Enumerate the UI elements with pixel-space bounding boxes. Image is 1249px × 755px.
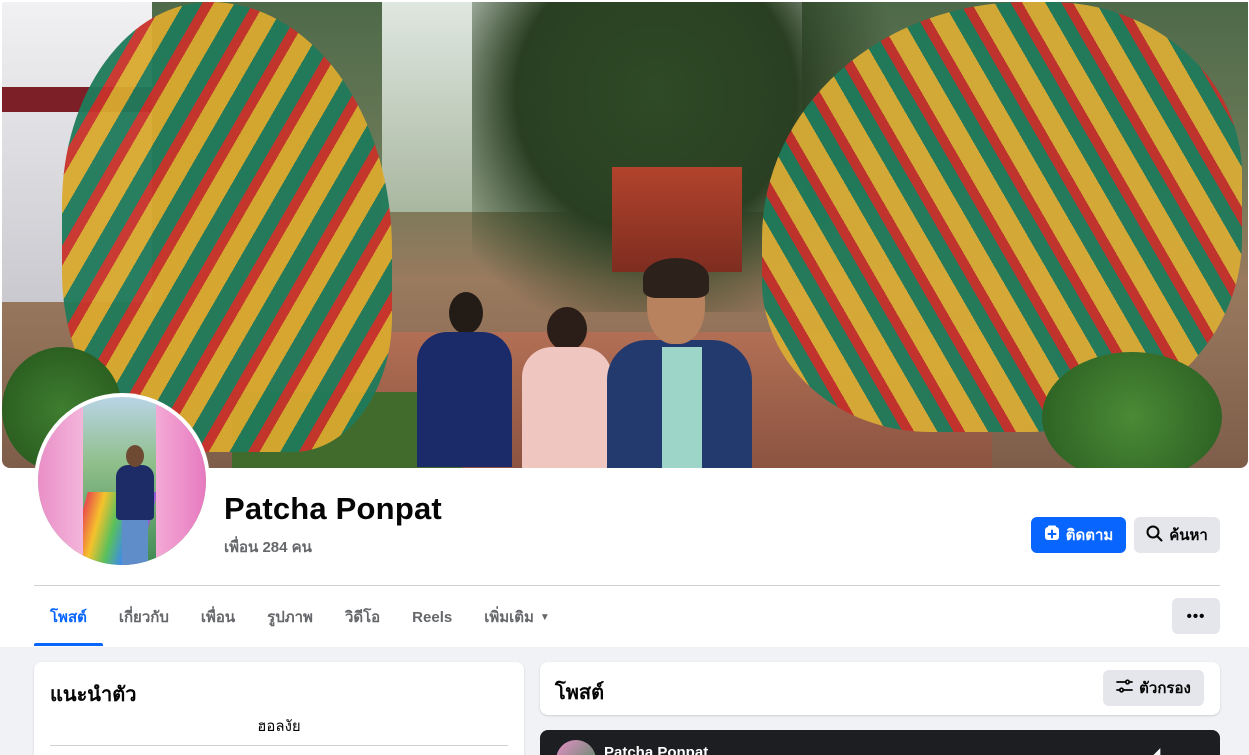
tab-reels[interactable]: Reels: [396, 588, 468, 646]
follow-button[interactable]: ติดตาม: [1031, 517, 1126, 553]
profile-name: Patcha Ponpat: [224, 491, 442, 526]
tab-videos[interactable]: วิดีโอ: [329, 588, 396, 646]
more-options-button[interactable]: •••: [1172, 598, 1220, 634]
tab-videos-label: วิดีโอ: [344, 609, 381, 626]
filter-label: ตัวกรอง: [1139, 680, 1191, 697]
posts-title: โพสต์: [555, 682, 605, 704]
intro-title: แนะนำตัว: [50, 684, 137, 706]
follow-label: ติดตาม: [1065, 527, 1114, 544]
post-more-icon[interactable]: ◢: [1145, 742, 1160, 755]
avatar-person-legs: [122, 517, 148, 565]
cover-person-main: [607, 258, 752, 468]
tab-posts-label: โพสต์: [50, 609, 87, 626]
posts-header-card: โพสต์ ตัวกรอง: [540, 662, 1220, 715]
intro-bio: ฮอลงัย: [257, 718, 301, 735]
tab-posts[interactable]: โพสต์: [34, 588, 103, 646]
avatar-image: [38, 397, 206, 565]
tab-about-label: เกี่ยวกับ: [118, 609, 169, 626]
profile-avatar[interactable]: [34, 393, 210, 569]
filter-button[interactable]: ตัวกรอง: [1103, 670, 1204, 706]
avatar-curtain-right: [156, 397, 206, 565]
header-divider: [34, 585, 1220, 586]
tab-about[interactable]: เกี่ยวกับ: [103, 588, 185, 646]
search-label: ค้นหา: [1169, 527, 1208, 544]
avatar-curtain-left: [38, 397, 83, 565]
caret-down-icon: ▼: [539, 611, 550, 623]
avatar-person-head: [126, 445, 144, 467]
tab-photos-label: รูปภาพ: [267, 609, 313, 626]
cover-person-walking: [417, 292, 512, 467]
post-author-name[interactable]: Patcha Ponpat: [604, 744, 708, 755]
intro-card: แนะนำตัว: [34, 662, 524, 755]
post-author-avatar[interactable]: [556, 740, 596, 755]
follow-plus-icon: [1044, 525, 1060, 545]
avatar-person-body: [116, 465, 154, 520]
cover-person-floral: [522, 307, 612, 468]
tab-friends[interactable]: เพื่อน: [185, 588, 251, 646]
friends-count[interactable]: เพื่อน 284 คน: [224, 535, 312, 559]
tab-photos[interactable]: รูปภาพ: [251, 588, 329, 646]
intro-divider: [50, 745, 508, 746]
tab-more-label: เพิ่มเติม: [484, 609, 534, 626]
post-card[interactable]: Patcha Ponpat ◢: [540, 730, 1220, 755]
search-icon: [1146, 525, 1163, 546]
cover-bush-right: [1042, 352, 1222, 468]
filter-sliders-icon: [1116, 679, 1134, 697]
search-button[interactable]: ค้นหา: [1134, 517, 1220, 553]
profile-tabs: โพสต์ เกี่ยวกับ เพื่อน รูปภาพ วิดีโอ Ree…: [34, 588, 566, 646]
tab-more[interactable]: เพิ่มเติม ▼: [468, 588, 566, 646]
cover-temple: [612, 167, 742, 272]
tab-reels-label: Reels: [412, 608, 453, 626]
more-dots-icon: •••: [1186, 607, 1206, 625]
tab-friends-label: เพื่อน: [200, 609, 236, 626]
